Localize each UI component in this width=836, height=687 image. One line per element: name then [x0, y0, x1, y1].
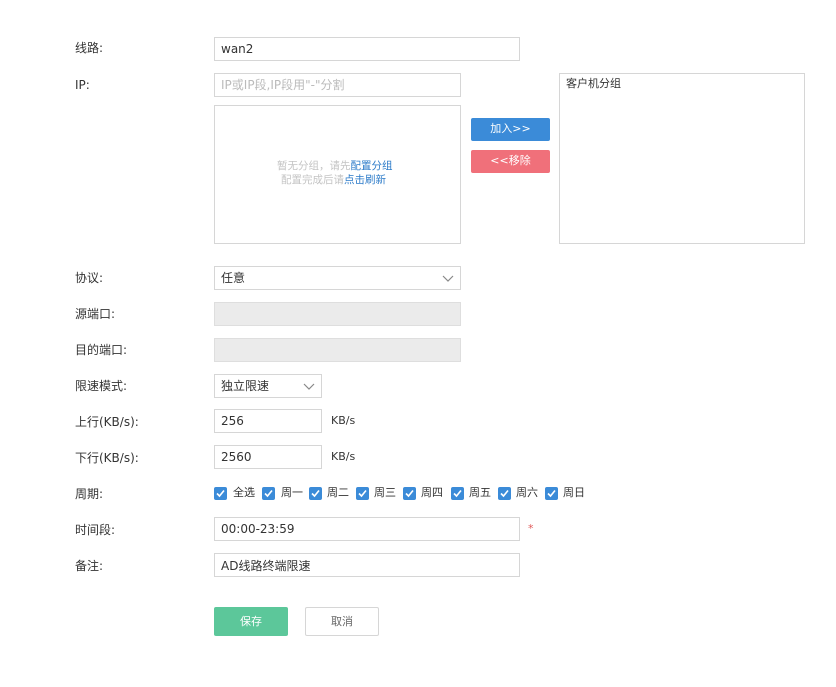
checkbox-mon[interactable] — [262, 487, 275, 500]
download-label: 下行(KB/s): — [75, 451, 139, 465]
empty-hint-line-1: 暂无分组，请先配置分组 — [277, 159, 393, 173]
ip-group-source-box[interactable]: 暂无分组，请先配置分组 配置完成后请点击刷新 — [214, 105, 461, 244]
cancel-button[interactable]: 取消 — [305, 607, 379, 636]
checkbox-thu[interactable] — [403, 487, 416, 500]
ip-label: IP: — [75, 78, 90, 92]
remove-button[interactable]: <<移除 — [471, 150, 550, 173]
line-label: 线路: — [75, 41, 104, 55]
checkbox-label-sat: 周六 — [516, 486, 538, 499]
dst-port-input — [214, 338, 461, 362]
checkbox-label-select-all: 全选 — [233, 486, 255, 499]
checkbox-label-fri: 周五 — [469, 486, 491, 499]
download-input[interactable] — [214, 445, 322, 469]
src-port-input — [214, 302, 461, 326]
upload-unit: KB/s — [331, 414, 356, 427]
rate-mode-select[interactable]: 独立限速 — [214, 374, 322, 398]
ip-input[interactable] — [214, 73, 461, 97]
checkbox-label-tue: 周二 — [327, 486, 349, 499]
rate-mode-label: 限速模式: — [75, 379, 128, 393]
line-input[interactable] — [214, 37, 520, 61]
required-mark: * — [528, 522, 534, 535]
checkbox-fri[interactable] — [451, 487, 464, 500]
check-icon — [405, 489, 414, 498]
client-group-title: 客户机分组 — [566, 77, 621, 90]
remark-input[interactable] — [214, 553, 520, 577]
checkbox-select-all[interactable] — [214, 487, 227, 500]
protocol-select[interactable]: 任意 — [214, 266, 461, 290]
checkbox-wed[interactable] — [356, 487, 369, 500]
add-button[interactable]: 加入>> — [471, 118, 550, 141]
rate-mode-value: 独立限速 — [221, 379, 270, 393]
chevron-down-icon — [442, 275, 454, 282]
src-port-label: 源端口: — [75, 307, 116, 321]
check-icon — [500, 489, 509, 498]
check-icon — [216, 489, 225, 498]
remark-label: 备注: — [75, 559, 104, 573]
time-range-input[interactable] — [214, 517, 520, 541]
check-icon — [311, 489, 320, 498]
checkbox-label-thu: 周四 — [421, 486, 443, 499]
protocol-value: 任意 — [221, 271, 246, 285]
check-icon — [358, 489, 367, 498]
upload-label: 上行(KB/s): — [75, 415, 139, 429]
upload-input[interactable] — [214, 409, 322, 433]
check-icon — [547, 489, 556, 498]
save-button[interactable]: 保存 — [214, 607, 288, 636]
client-group-box[interactable]: 客户机分组 — [559, 73, 805, 244]
refresh-link[interactable]: 点击刷新 — [344, 174, 386, 186]
empty-hint-text-2: 配置完成后请 — [281, 174, 344, 186]
download-unit: KB/s — [331, 450, 356, 463]
empty-hint-line-2: 配置完成后请点击刷新 — [281, 173, 386, 187]
time-range-label: 时间段: — [75, 523, 116, 537]
chevron-down-icon — [303, 383, 315, 390]
dst-port-label: 目的端口: — [75, 343, 128, 357]
check-icon — [453, 489, 462, 498]
protocol-label: 协议: — [75, 271, 104, 285]
checkbox-sat[interactable] — [498, 487, 511, 500]
checkbox-label-wed: 周三 — [374, 486, 396, 499]
checkbox-tue[interactable] — [309, 487, 322, 500]
checkbox-label-sun: 周日 — [563, 486, 585, 499]
check-icon — [264, 489, 273, 498]
checkbox-label-mon: 周一 — [281, 486, 303, 499]
config-group-link[interactable]: 配置分组 — [351, 160, 393, 172]
checkbox-sun[interactable] — [545, 487, 558, 500]
period-label: 周期: — [75, 487, 104, 501]
empty-hint-text-1: 暂无分组，请先 — [277, 160, 351, 172]
